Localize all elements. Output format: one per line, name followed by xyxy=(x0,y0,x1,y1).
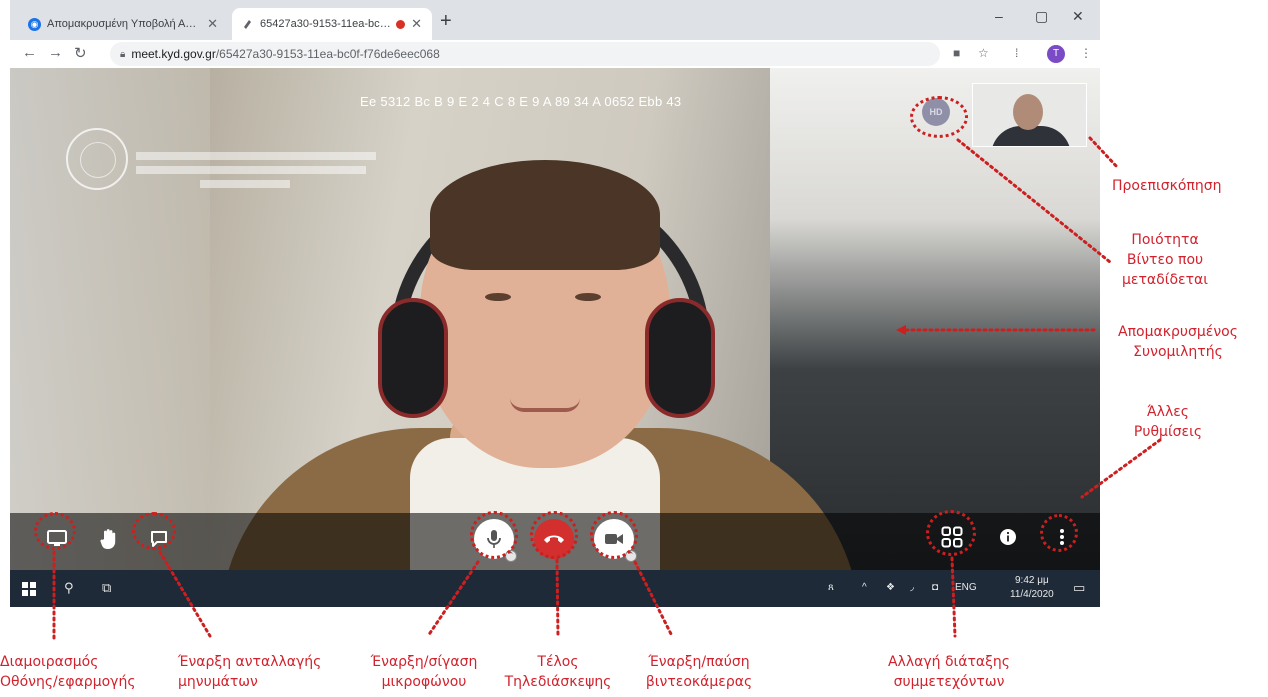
browser-toolbar: ← → ↻ 🔒︎ meet.kyd.gov.gr /65427a30-9153-… xyxy=(10,40,1100,68)
annotation-preview: Προεπισκόπηση xyxy=(1112,178,1222,194)
globe-icon: ◉ xyxy=(28,17,41,31)
dropbox-icon[interactable]: ❖ xyxy=(886,582,895,593)
lock-icon: 🔒︎ xyxy=(120,48,126,60)
browser-menu-icon[interactable]: ⋮ xyxy=(1080,46,1092,60)
annotation-ring-microphone xyxy=(470,511,518,559)
reload-icon[interactable]: ↻ xyxy=(74,44,87,62)
info-button[interactable] xyxy=(996,525,1020,549)
minimize-button[interactable]: – xyxy=(995,8,1003,24)
back-arrow-icon[interactable]: ← xyxy=(22,44,37,61)
meeting-code-overlay: Ee 5312 Bc B 9 E 2 4 C 8 E 9 A 89 34 A 0… xyxy=(360,94,682,109)
annotation-ring-screen-share xyxy=(34,512,76,550)
close-tab-icon[interactable]: ✕ xyxy=(207,16,218,32)
url-path: /65427a30-9153-11ea-bc0f-f76de6eec068 xyxy=(215,47,440,61)
raise-hand-button[interactable] xyxy=(94,524,124,554)
video-tab-icon xyxy=(244,20,251,29)
annotation-other-settings: Άλλες Ρυθμίσεις xyxy=(1133,404,1203,440)
annotation-ring-layout xyxy=(926,510,976,556)
annotation-ring-quality xyxy=(910,96,968,138)
url-host: meet.kyd.gov.gr xyxy=(131,47,216,61)
annotation-ring-end-call xyxy=(530,511,578,559)
annotation-ring-camera xyxy=(590,511,638,559)
profile-avatar[interactable]: T xyxy=(1047,45,1065,63)
browser-tab-1[interactable]: ◉ Απομακρυσμένη Υποβολή Αγροτ ✕ xyxy=(18,8,228,40)
hand-icon xyxy=(100,529,116,549)
chevron-up-icon[interactable]: ^ xyxy=(862,582,867,593)
annotation-remote-participant: Απομακρυσμένος Συνομιλητής xyxy=(1118,324,1238,360)
address-bar[interactable]: 🔒︎ meet.kyd.gov.gr /65427a30-9153-11ea-b… xyxy=(110,42,940,66)
clock-time: 9:42 μμ xyxy=(1014,575,1049,586)
annotation-chat: Έναρξη ανταλλαγής μηνυμάτων xyxy=(178,654,322,690)
taskbar-clock[interactable]: 9:42 μμ 11/4/2020 xyxy=(1010,574,1054,602)
remote-video: Ee 5312 Bc B 9 E 2 4 C 8 E 9 A 89 34 A 0… xyxy=(10,68,1100,570)
tab-title: 65427a30-9153-11ea-bc0f-f xyxy=(260,18,393,30)
language-indicator[interactable]: ENG xyxy=(955,582,977,593)
recording-indicator-icon xyxy=(396,19,406,29)
close-tab-icon[interactable]: ✕ xyxy=(411,16,422,32)
tab-title: Απομακρυσμένη Υποβολή Αγροτ xyxy=(47,18,202,30)
annotation-layout: Αλλαγή διάταξης συμμετεχόντων xyxy=(887,654,1011,690)
windows-start-icon[interactable] xyxy=(22,582,36,596)
forward-arrow-icon[interactable]: → xyxy=(48,44,63,61)
browser-tab-2[interactable]: 65427a30-9153-11ea-bc0f-f ✕ xyxy=(232,8,432,40)
windows-taskbar: ⚲ ⧉ ጸ ^ ❖ ◞ ◘ ENG 9:42 μμ 11/4/2020 ▭ xyxy=(10,570,1100,607)
institution-seal-watermark xyxy=(66,128,128,190)
annotation-microphone: Έναρξη/σίγαση μικροφώνου xyxy=(370,654,478,690)
maximize-button[interactable]: ▢ xyxy=(1035,8,1048,25)
new-tab-button[interactable]: + xyxy=(440,10,452,33)
search-icon[interactable]: ⚲ xyxy=(64,580,74,596)
annotation-screen-share: Διαμοιρασμός Οθόνης/εφαρμογής xyxy=(0,654,136,690)
info-icon xyxy=(1000,529,1016,545)
annotation-camera: Έναρξη/παύση βιντεοκάμερας xyxy=(645,654,753,690)
volume-icon[interactable]: ◘ xyxy=(932,582,938,593)
browser-tab-bar: ◉ Απομακρυσμένη Υποβολή Αγροτ ✕ 65427a30… xyxy=(10,0,1100,40)
people-icon[interactable]: ጸ xyxy=(828,582,834,593)
bookmark-star-icon[interactable]: ☆ xyxy=(978,46,989,60)
annotation-end-call: Τέλος Τηλεδιάσκεψης xyxy=(504,654,612,690)
annotation-ring-settings xyxy=(1040,514,1078,552)
annotation-video-quality: Ποιότητα Βίντεο που μεταδίδεται xyxy=(1122,232,1208,288)
camera-permission-icon[interactable]: ■ xyxy=(953,46,960,60)
annotation-ring-chat xyxy=(132,512,176,550)
self-preview-thumbnail[interactable] xyxy=(972,83,1087,147)
notifications-icon[interactable]: ▭ xyxy=(1073,580,1085,596)
clock-date: 11/4/2020 xyxy=(1010,589,1054,600)
close-window-button[interactable]: ✕ xyxy=(1072,8,1084,25)
wifi-icon[interactable]: ◞ xyxy=(910,582,914,593)
extension-icon[interactable]: ⁞ xyxy=(1015,46,1018,60)
task-view-icon[interactable]: ⧉ xyxy=(102,580,111,596)
